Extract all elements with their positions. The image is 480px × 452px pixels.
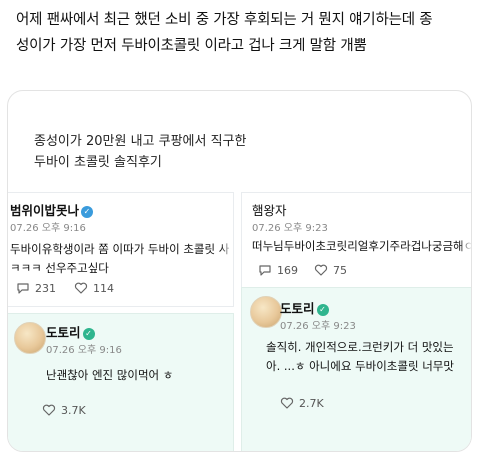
like-count[interactable]: 75 — [314, 263, 347, 277]
author-name: 도토리 — [46, 325, 81, 340]
tweet-line-1: 떠누님두바이초코릿리얼후기주라겁나궁금해ㅇ — [252, 239, 472, 253]
tweet-time: 07.26 오후 9:23 — [252, 223, 328, 234]
tweet-line-1: 두바이유학생이라 쫌 이따가 두바이 초콜릿 사 — [10, 242, 230, 256]
comment-icon — [17, 283, 29, 294]
verified-badge-icon: ✓ — [82, 327, 95, 340]
heart-icon — [42, 404, 56, 416]
heart-icon — [314, 264, 328, 276]
author-name: 도토리 — [280, 301, 315, 316]
tweet-line-1: 난괜찮아 엔진 많이먹어 ㅎ — [46, 368, 174, 382]
tweet-author: 햄왕자 — [252, 200, 287, 219]
comment-count-value: 169 — [277, 263, 298, 277]
tweet-artist-reply-2[interactable]: 도토리 ✓ 07.26 오후 9:23 솔직히. 개인적으로.크런키가 더 맛있는… — [241, 287, 471, 451]
card-title-line-2: 두바이 초콜릿 솔직후기 — [34, 155, 162, 170]
heart-icon — [74, 282, 88, 294]
clip-fade — [221, 193, 233, 306]
tweet-author: 범위이밥못나 ✓ — [10, 200, 94, 219]
verified-badge-icon: ✓ — [81, 205, 94, 218]
tweet-time: 07.26 오후 9:23 — [280, 321, 356, 332]
tweet-author: 도토리 ✓ — [280, 298, 329, 317]
heart-icon — [280, 397, 294, 409]
like-count-value: 75 — [333, 263, 347, 277]
like-count[interactable]: 3.7K — [42, 403, 86, 417]
card-title-line-1: 종성이가 20만원 내고 쿠팡에서 직구한 — [34, 134, 247, 149]
card-title: 종성이가 20만원 내고 쿠팡에서 직구한 두바이 초콜릿 솔직후기 — [34, 131, 246, 173]
post-line-1: 어제 팬싸에서 최근 했던 소비 중 가장 후회되는 거 뭔지 얘기하는데 종 — [16, 12, 433, 28]
clip-fade — [460, 288, 471, 451]
tweet-fan-question[interactable]: 범위이밥못나 ✓ 07.26 오후 9:16 두바이유학생이라 쫌 이따가 두바이… — [8, 192, 234, 307]
comment-count[interactable]: 169 — [258, 263, 298, 277]
tweet-fan-request[interactable]: 햄왕자 07.26 오후 9:23 떠누님두바이초코릿리얼후기주라겁나궁금해ㅇ … — [241, 192, 472, 290]
post-line-2: 성이가 가장 먼저 두바이초콜릿 이라고 겁나 크게 말함 개뿜 — [16, 38, 367, 54]
clip-fade — [460, 193, 471, 289]
tweet-body: 솔직히. 개인적으로.크런키가 더 맛있는 아. ...ㅎ 아니에요 두바이초콜… — [266, 338, 454, 376]
comment-count-value: 231 — [35, 281, 56, 295]
comment-icon — [259, 265, 271, 276]
like-count-value: 114 — [93, 281, 114, 295]
avatar — [250, 296, 282, 328]
embedded-image-card[interactable]: 종성이가 20만원 내고 쿠팡에서 직구한 두바이 초콜릿 솔직후기 범위이밥못… — [7, 90, 472, 452]
author-name: 햄왕자 — [252, 203, 287, 218]
post-text: 어제 팬싸에서 최근 했던 소비 중 가장 후회되는 거 뭔지 얘기하는데 종 … — [16, 7, 474, 59]
comment-count[interactable]: 231 — [16, 281, 56, 295]
like-count-value: 3.7K — [61, 403, 86, 417]
tweet-line-2: 아. ...ㅎ 아니에요 두바이초콜릿 너무맛 — [266, 359, 454, 373]
author-name: 범위이밥못나 — [10, 203, 80, 218]
like-count[interactable]: 2.7K — [280, 396, 324, 410]
like-count-value: 2.7K — [299, 396, 324, 410]
tweet-body: 두바이유학생이라 쫌 이따가 두바이 초콜릿 사 ㅋㅋㅋ 선우주고싶다 — [10, 240, 229, 278]
tweet-line-1: 솔직히. 개인적으로.크런키가 더 맛있는 — [266, 340, 454, 354]
tweet-body: 떠누님두바이초코릿리얼후기주라겁나궁금해ㅇ — [252, 237, 472, 256]
tweet-line-2: ㅋㅋㅋ 선우주고싶다 — [10, 261, 109, 275]
verified-badge-icon: ✓ — [316, 303, 329, 316]
like-count[interactable]: 114 — [74, 281, 114, 295]
tweet-author: 도토리 ✓ — [46, 322, 95, 341]
avatar — [14, 322, 46, 354]
tweet-body: 난괜찮아 엔진 많이먹어 ㅎ — [46, 366, 173, 385]
tweet-time: 07.26 오후 9:16 — [46, 345, 122, 356]
tweet-artist-reply-1[interactable]: 도토리 ✓ 07.26 오후 9:16 난괜찮아 엔진 많이먹어 ㅎ 3.7K — [8, 313, 234, 451]
tweet-time: 07.26 오후 9:16 — [10, 223, 86, 234]
